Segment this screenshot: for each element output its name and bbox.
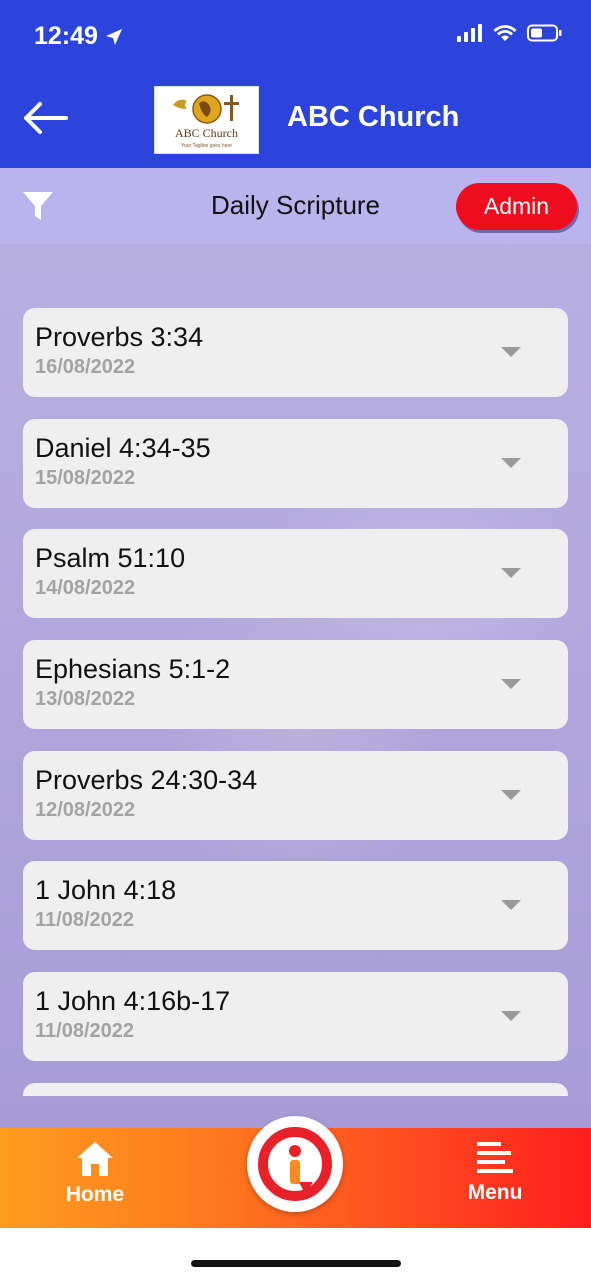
battery-icon xyxy=(527,24,562,42)
center-app-button[interactable] xyxy=(247,1116,343,1212)
list-item[interactable]: 1 John 4:18 11/08/2022 xyxy=(23,861,568,951)
scripture-list: Proverbs 3:34 16/08/2022 Daniel 4:34-35 … xyxy=(23,308,568,1096)
nav-home-label: Home xyxy=(65,1183,125,1206)
nav-menu-button[interactable]: Menu xyxy=(460,1140,530,1205)
back-button[interactable] xyxy=(22,100,68,141)
back-arrow-icon xyxy=(24,102,68,134)
home-icon xyxy=(77,1142,113,1176)
scripture-reference: Proverbs 24:30-34 xyxy=(35,764,258,795)
chevron-down-icon[interactable] xyxy=(501,457,521,468)
scripture-reference: 1 John 4:18 xyxy=(35,875,177,906)
menu-lines-icon xyxy=(477,1142,513,1173)
status-icons xyxy=(457,24,563,42)
scripture-reference: Daniel 4:34-35 xyxy=(35,432,211,463)
chevron-down-icon[interactable] xyxy=(501,347,521,357)
scripture-reference: 1 John 4:16b-17 xyxy=(35,986,231,1017)
scripture-date: 11/08/2022 xyxy=(35,1020,134,1043)
status-time-text: 12:49 xyxy=(34,22,98,50)
list-item[interactable]: Daniel 4:34-35 15/08/2022 xyxy=(23,418,568,508)
logo-text: ABC Church xyxy=(175,126,238,140)
scripture-reference: Psalm 51:10 xyxy=(35,543,186,574)
chevron-down-icon[interactable] xyxy=(501,679,521,690)
scripture-reference: Proverbs 3:34 xyxy=(35,322,204,352)
page-title: ABC Church xyxy=(287,101,460,133)
logo-tagline: Your Tagline goes here xyxy=(181,143,232,149)
list-item[interactable]: Proverbs 3:34 16/08/2022 xyxy=(23,308,568,397)
chevron-down-icon[interactable] xyxy=(501,789,521,800)
chevron-down-icon[interactable] xyxy=(501,568,521,579)
signal-icon xyxy=(457,24,482,42)
nav-home-button[interactable]: Home xyxy=(60,1140,130,1207)
scripture-reference: Ephesians 5:1-2 xyxy=(35,654,231,685)
chevron-down-icon[interactable] xyxy=(501,1011,521,1022)
chevron-down-icon[interactable] xyxy=(501,900,521,911)
admin-button[interactable]: Admin xyxy=(456,183,577,230)
wifi-icon xyxy=(493,25,517,41)
scripture-date: 14/08/2022 xyxy=(35,577,136,600)
app-header: 12:49 ABC Church Your Tagline goes here … xyxy=(0,0,591,168)
globe-dove-cross-icon xyxy=(172,94,239,124)
scripture-date: 11/08/2022 xyxy=(35,909,134,932)
scripture-date: 16/08/2022 xyxy=(35,356,136,378)
list-item[interactable]: 1 John 4:16b-17 11/08/2022 xyxy=(23,972,568,1062)
scripture-date: 15/08/2022 xyxy=(35,466,136,489)
home-indicator[interactable] xyxy=(191,1260,401,1267)
list-item[interactable]: Psalm 51:10 14/08/2022 xyxy=(23,529,568,619)
church-logo: ABC Church Your Tagline goes here xyxy=(154,86,259,154)
status-time: 12:49 xyxy=(34,22,124,51)
scripture-date: 12/08/2022 xyxy=(35,798,136,821)
list-item[interactable]: Proverbs 24:30-34 12/08/2022 xyxy=(23,750,568,840)
app-logo-icon xyxy=(258,1127,332,1201)
list-item[interactable]: Ephesians 5:1-2 13/08/2022 xyxy=(23,640,568,730)
list-item[interactable] xyxy=(23,1082,568,1096)
scripture-date: 13/08/2022 xyxy=(35,688,136,711)
nav-menu-label: Menu xyxy=(467,1181,523,1204)
location-arrow-icon xyxy=(105,28,122,45)
